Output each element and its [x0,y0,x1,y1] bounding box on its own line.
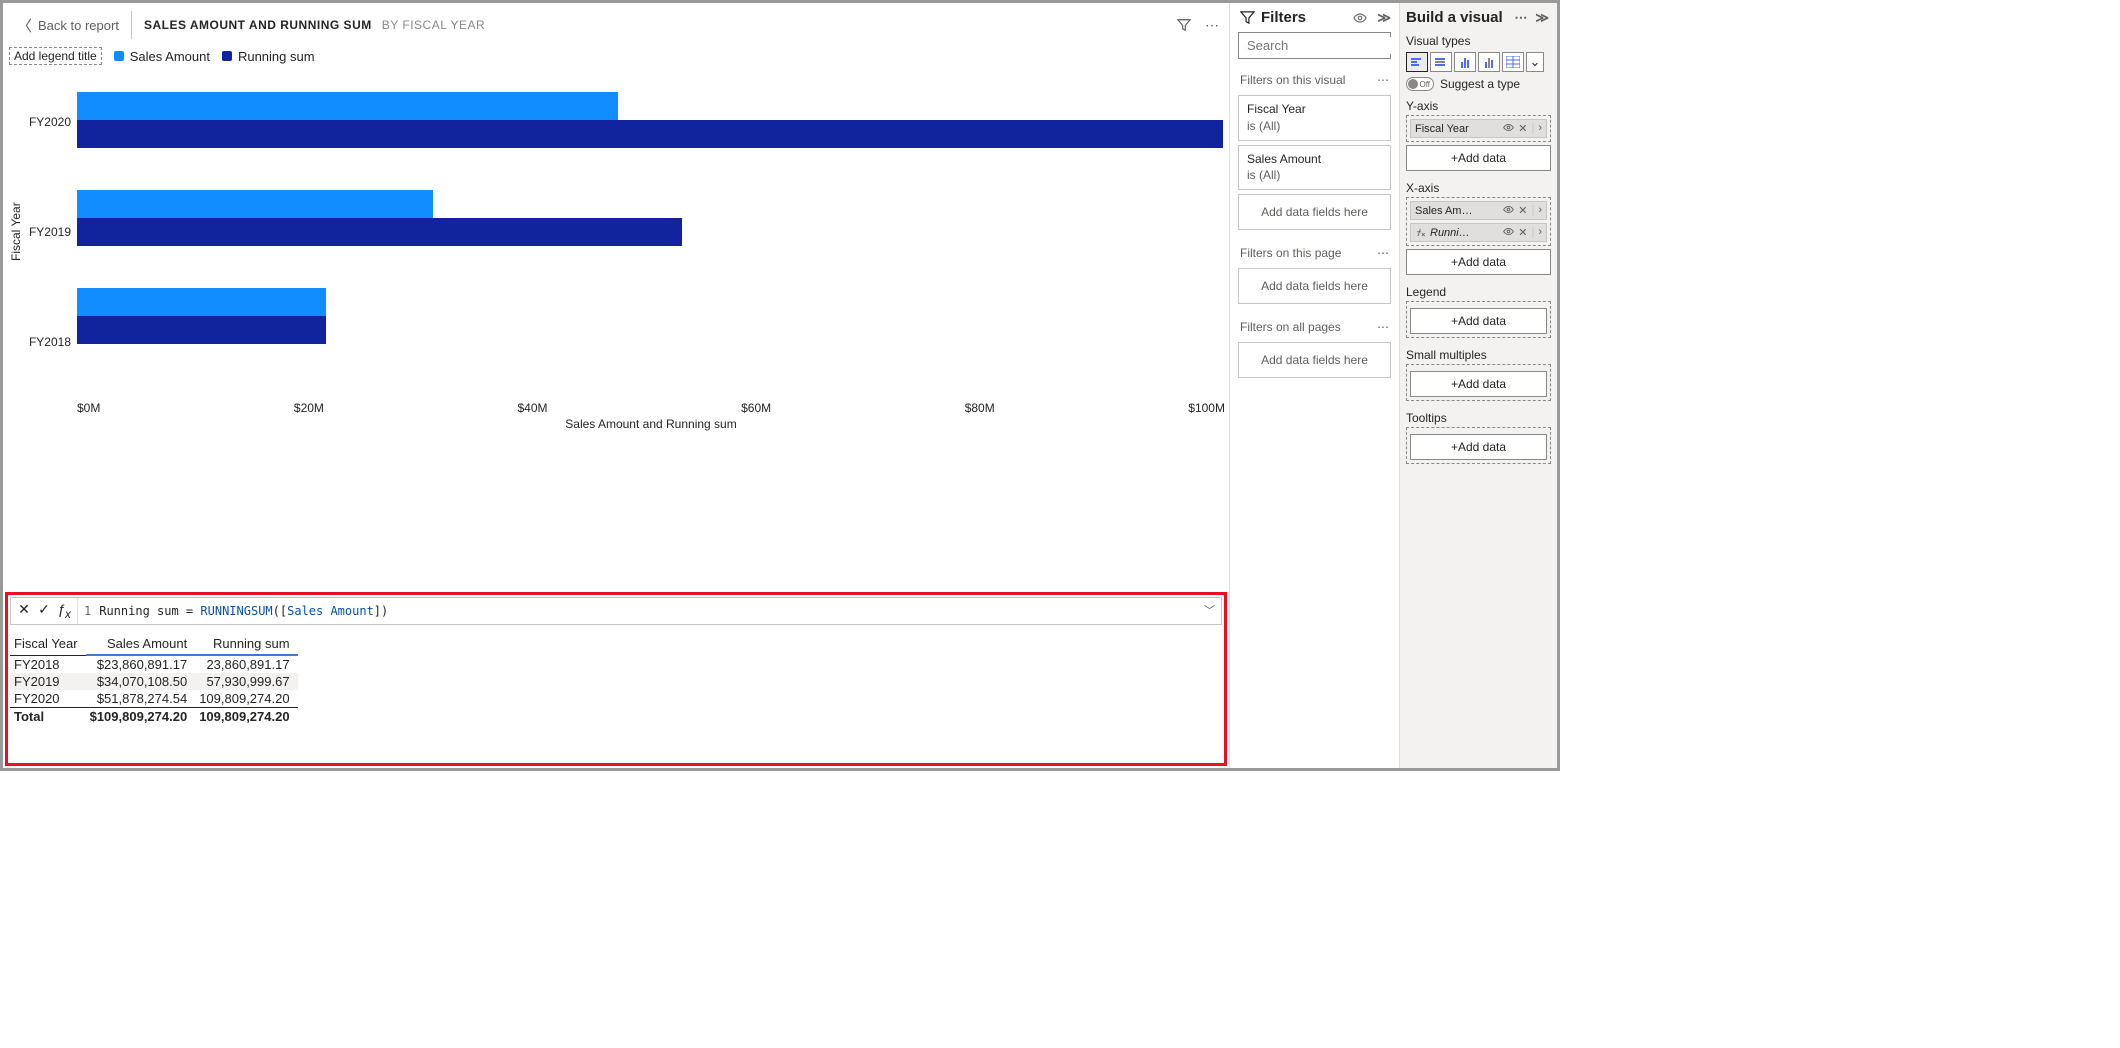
legend-title-placeholder[interactable]: Add legend title [9,47,102,65]
filters-pane-title: Filters [1261,9,1306,26]
filters-visual-more-icon[interactable]: ⋯ [1377,73,1389,87]
build-collapse-icon[interactable]: ≫ [1535,10,1549,26]
bar-FY2018-sales-amount[interactable] [77,288,326,316]
eye-icon[interactable] [1503,122,1514,135]
visual-type-stacked-column[interactable] [1478,52,1500,72]
table-row[interactable]: FY2019$34,070,108.5057,930,999.67 [10,673,298,690]
well-label: Y-axis [1400,97,1557,115]
eye-icon[interactable] [1503,204,1514,217]
bar-FY2018-running-sum[interactable] [77,316,326,344]
eye-icon[interactable] [1503,226,1514,239]
visual-subtitle: BY FISCAL YEAR [382,18,486,32]
table-row[interactable]: FY2020$51,878,274.54109,809,274.20 [10,690,298,708]
visual-type-clustered-bar[interactable] [1406,52,1428,72]
formula-text[interactable]: Running sum = RUNNINGSUM([Sales Amount]) [99,601,1221,621]
filter-icon[interactable] [1177,17,1191,34]
more-options-icon[interactable]: ⋯ [1205,17,1219,34]
remove-field-icon[interactable]: ✕ [1518,204,1527,217]
field-chip[interactable]: Runni…✕|› [1410,223,1547,242]
show-hide-icon[interactable] [1353,10,1367,26]
filters-page-more-icon[interactable]: ⋯ [1377,246,1389,260]
build-pane-title: Build a visual [1406,9,1503,26]
bar-FY2020-running-sum[interactable] [77,120,1223,148]
formula-bar[interactable]: ✕ ✓ ƒx 1 Running sum = RUNNINGSUM([Sales… [10,597,1222,625]
filters-all-dropzone[interactable]: Add data fields here [1238,342,1391,378]
filters-pane-icon [1240,10,1255,25]
y-axis-title: Fiscal Year [7,67,27,397]
y-axis-ticks: FY2020 FY2019 FY2018 [27,67,77,397]
bar-FY2019-running-sum[interactable] [77,218,682,246]
legend-label-running: Running sum [238,49,315,64]
formula-cancel-button[interactable]: ✕ [15,601,33,621]
chevron-left-icon: 〈 [17,15,32,36]
table-row[interactable]: FY2018$23,860,891.1723,860,891.17 [10,655,298,673]
suggest-type-toggle[interactable]: Off [1406,77,1434,91]
visual-type-more[interactable]: ⌄ [1526,52,1544,72]
bar-FY2020-sales-amount[interactable] [77,92,618,120]
well-label: X-axis [1400,179,1557,197]
back-to-report-button[interactable]: 〈 Back to report [17,15,119,36]
table-total-row: Total$109,809,274.20109,809,274.20 [10,708,298,726]
col-fiscal-year[interactable]: Fiscal Year [10,635,86,655]
visual-type-stacked-bar[interactable] [1430,52,1452,72]
field-chip[interactable]: Sales Am…✕|› [1410,201,1547,220]
build-more-icon[interactable]: ⋯ [1514,10,1527,26]
remove-field-icon[interactable]: ✕ [1518,226,1527,239]
well-label: Small multiples [1400,346,1557,364]
field-menu-chevron[interactable]: › [1538,226,1542,239]
formula-line-number: 1 [80,604,97,618]
visual-types-label: Visual types [1400,32,1557,50]
bar-FY2019-sales-amount[interactable] [77,190,433,218]
data-table: Fiscal Year Sales Amount Running sum FY2… [10,635,298,725]
filters-all-title: Filters on all pages [1240,320,1341,334]
filters-search-input[interactable] [1245,37,1425,54]
suggest-type-label: Suggest a type [1440,77,1520,91]
filters-all-more-icon[interactable]: ⋯ [1377,320,1389,334]
filters-visual-title: Filters on this visual [1240,73,1345,87]
visual-type-clustered-column[interactable] [1454,52,1476,72]
filters-page-dropzone[interactable]: Add data fields here [1238,268,1391,304]
col-running-sum[interactable]: Running sum [195,635,297,655]
filters-search[interactable] [1238,32,1391,59]
field-menu-chevron[interactable]: › [1538,204,1542,217]
add-data-button[interactable]: +Add data [1410,434,1547,460]
visual-type-picker: ⌄ [1400,50,1557,74]
filter-card-sales-amount[interactable]: Sales Amount is (All) [1238,145,1391,191]
bar-chart[interactable] [77,67,1225,397]
fx-icon[interactable]: ƒx [55,601,73,621]
add-data-button[interactable]: +Add data [1406,145,1551,171]
collapse-pane-icon[interactable]: ≫ [1377,10,1391,26]
fx-icon [1415,227,1426,238]
add-data-button[interactable]: +Add data [1406,249,1551,275]
col-sales-amount[interactable]: Sales Amount [86,635,196,655]
formula-expand-chevron[interactable]: ﹀ [1204,602,1215,618]
add-data-button[interactable]: +Add data [1410,308,1547,334]
add-data-button[interactable]: +Add data [1410,371,1547,397]
formula-table-block: ✕ ✓ ƒx 1 Running sum = RUNNINGSUM([Sales… [5,592,1227,766]
filter-card-fiscal-year[interactable]: Fiscal Year is (All) [1238,95,1391,141]
x-axis-title: Sales Amount and Running sum [77,417,1225,431]
x-axis-ticks: $0M$20M$40M$60M$80M$100M [77,397,1225,415]
visual-title: SALES AMOUNT AND RUNNING SUM [144,18,372,32]
formula-commit-button[interactable]: ✓ [35,601,53,621]
well-label: Tooltips [1400,409,1557,427]
visual-type-table[interactable] [1502,52,1524,72]
filters-visual-dropzone[interactable]: Add data fields here [1238,194,1391,230]
field-menu-chevron[interactable]: › [1538,122,1542,135]
legend: Add legend title Sales Amount Running su… [9,47,1225,65]
back-label: Back to report [38,18,119,33]
remove-field-icon[interactable]: ✕ [1518,122,1527,135]
field-chip[interactable]: Fiscal Year✕|› [1410,119,1547,138]
legend-swatch-running [222,51,232,61]
well-label: Legend [1400,283,1557,301]
filters-page-title: Filters on this page [1240,246,1341,260]
legend-swatch-sales [114,51,124,61]
divider [131,11,132,39]
legend-label-sales: Sales Amount [130,49,210,64]
